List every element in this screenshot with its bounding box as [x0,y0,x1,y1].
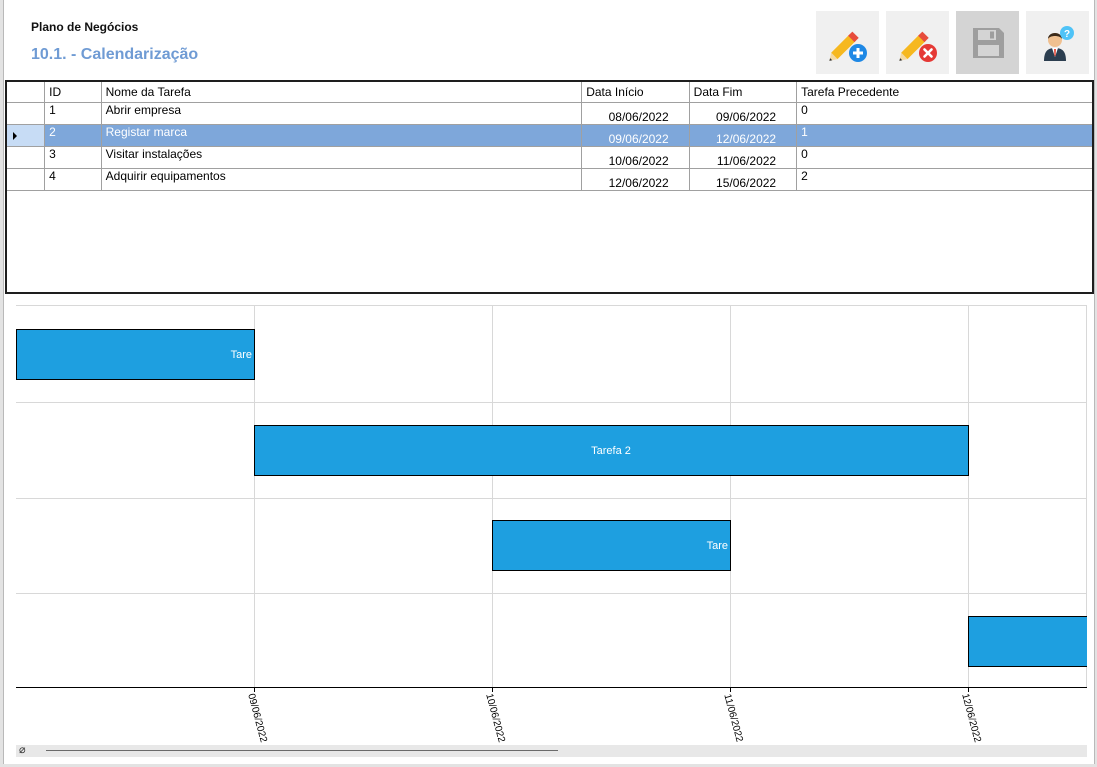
gantt-x-tick [254,688,255,692]
row-header[interactable] [7,102,46,125]
cell-end-date[interactable]: 09/06/2022 [688,102,798,125]
cell-predecessor[interactable]: 2 [796,168,1092,191]
cell-predecessor[interactable]: 0 [796,102,1092,125]
cell-start-date[interactable]: 08/06/2022 [581,102,690,125]
cell-id[interactable]: 4 [44,168,102,191]
grid-header-row: ID Nome da Tarefa Data Início Data Fim T… [7,82,1092,103]
cell-task-name[interactable]: Adquirir equipamentos [100,168,583,191]
gantt-x-tick [492,688,493,692]
save-button[interactable] [956,11,1019,74]
gantt-x-axis [16,687,1087,688]
user-help-icon: ? [1043,25,1074,61]
row-header-corner [7,82,46,103]
delete-task-button[interactable] [886,11,949,74]
gantt-bar[interactable] [492,520,731,571]
cell-id[interactable]: 1 [44,102,102,125]
pencil-delete-icon [898,31,937,62]
row-header[interactable] [7,124,46,147]
gantt-bar-label: Tarefa 2 [591,445,631,457]
cell-end-date[interactable]: 15/06/2022 [688,168,798,191]
gantt-x-tick-label: 10/06/2022 [483,692,507,744]
table-row[interactable]: 4 Adquirir equipamentos 12/06/2022 15/06… [7,168,1092,191]
table-row-selected[interactable]: 2 Registar marca 09/06/2022 12/06/2022 1 [7,124,1092,147]
cell-predecessor[interactable]: 1 [796,124,1092,147]
scrollbar-glyph-icon: ⌀ [19,744,26,756]
table-row[interactable]: 1 Abrir empresa 08/06/2022 09/06/2022 0 [7,102,1092,125]
cell-predecessor[interactable]: 0 [796,146,1092,169]
cell-start-date[interactable]: 12/06/2022 [581,168,690,191]
tasks-table: ID Nome da Tarefa Data Início Data Fim T… [7,82,1092,191]
gantt-x-tick [968,688,969,692]
cell-task-name[interactable]: Visitar instalações [100,146,583,169]
gantt-bar-group[interactable]: Tarefa 2 [254,425,969,476]
help-button[interactable]: ? [1026,11,1089,74]
row-header[interactable] [7,168,46,191]
column-header-id[interactable]: ID [44,82,102,103]
app-title: Plano de Negócios [31,20,139,34]
column-header-task-name[interactable]: Nome da Tarefa [100,82,583,103]
gantt-bar[interactable] [16,329,255,380]
gantt-x-tick [730,688,731,692]
pencil-add-icon [828,31,867,62]
gantt-bar-group[interactable]: Tare [492,520,731,571]
tasks-grid: ID Nome da Tarefa Data Início Data Fim T… [5,80,1094,294]
gantt-horizontal-scrollbar[interactable]: ⌀ [16,744,1087,757]
cell-id[interactable]: 2 [44,124,102,147]
window-left-border [0,0,4,767]
cell-start-date[interactable]: 10/06/2022 [581,146,690,169]
cell-end-date[interactable]: 12/06/2022 [688,124,798,147]
gantt-x-tick-label: 12/06/2022 [959,692,983,744]
gantt-x-tick-label: 09/06/2022 [245,692,269,744]
column-header-end-date[interactable]: Data Fim [688,82,798,103]
floppy-disk-icon [972,27,1004,58]
gantt-bar[interactable] [968,616,1088,667]
table-row[interactable]: 3 Visitar instalações 10/06/2022 11/06/2… [7,146,1092,169]
gantt-bar-label: Tare [231,349,252,361]
gantt-plot-area: Tare Tarefa 2 Tare [16,306,1087,689]
gantt-x-tick-label: 11/06/2022 [721,692,745,744]
gantt-bar-group[interactable]: Tare [16,329,255,380]
column-header-start-date[interactable]: Data Início [581,82,690,103]
add-task-button[interactable] [816,11,879,74]
cell-start-date[interactable]: 09/06/2022 [581,124,690,147]
scrollbar-thumb[interactable] [46,750,558,751]
section-title: 10.1. - Calendarização [31,46,199,63]
cell-id[interactable]: 3 [44,146,102,169]
cell-task-name[interactable]: Abrir empresa [100,102,583,125]
cell-task-name[interactable]: Registar marca [100,124,583,147]
svg-text:?: ? [1063,29,1069,40]
gantt-bar-group[interactable] [968,616,1088,667]
cell-end-date[interactable]: 11/06/2022 [688,146,798,169]
row-header[interactable] [7,146,46,169]
current-row-arrow-icon [13,131,17,140]
column-header-predecessor[interactable]: Tarefa Precedente [796,82,1092,103]
gantt-chart: Tare Tarefa 2 Tare [16,305,1087,689]
gantt-bar-label: Tare [707,540,728,552]
